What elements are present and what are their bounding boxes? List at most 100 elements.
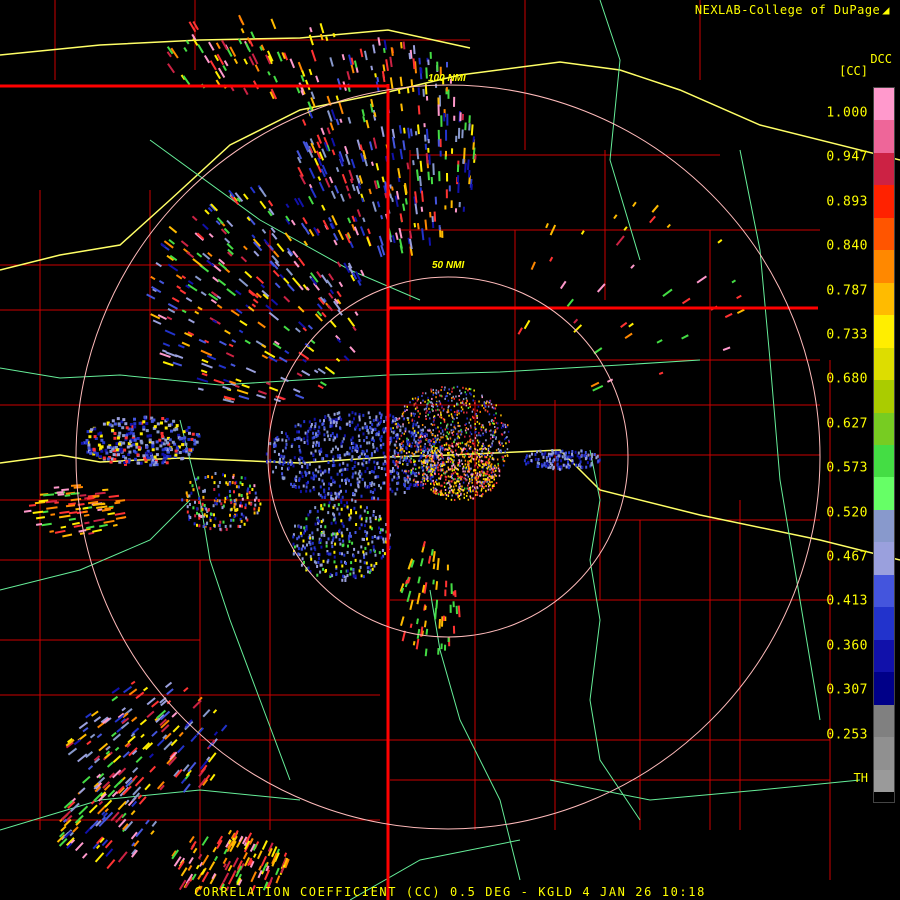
echo-gate xyxy=(327,537,330,541)
echo-gate xyxy=(406,405,408,408)
echo-gate xyxy=(487,447,490,450)
echo-gate xyxy=(453,440,455,443)
echo-gate xyxy=(362,116,366,123)
echo-gate xyxy=(414,397,417,400)
echo-gate xyxy=(395,463,398,466)
echo-gate xyxy=(464,470,466,473)
echo-gate xyxy=(412,467,414,470)
echo-gate xyxy=(306,466,309,470)
road-line xyxy=(149,139,421,301)
echo-gate xyxy=(281,438,284,442)
echo-gate xyxy=(67,747,78,756)
echo-gate xyxy=(78,721,89,730)
echo-gate xyxy=(420,206,424,212)
echo-gate xyxy=(473,488,476,491)
echo-gate xyxy=(354,471,357,475)
echo-gate xyxy=(448,491,450,494)
echo-gate xyxy=(333,504,336,508)
echo-gate xyxy=(454,471,456,474)
echo-gate xyxy=(283,852,288,857)
echo-gate xyxy=(372,491,375,494)
echo-gate xyxy=(370,161,374,167)
echo-gate xyxy=(341,54,346,61)
echo-gate xyxy=(502,425,504,427)
echo-gate xyxy=(113,457,117,461)
echo-gate xyxy=(312,441,315,445)
echo-gate xyxy=(114,512,126,516)
echo-gate xyxy=(343,434,346,438)
echo-gate xyxy=(250,31,256,39)
echo-gate xyxy=(346,505,349,509)
echo-gate xyxy=(429,463,432,467)
scale-color-segment xyxy=(874,445,894,478)
echo-gate xyxy=(222,857,228,865)
echo-gate xyxy=(86,525,95,530)
echo-gate xyxy=(488,413,491,416)
echo-gate xyxy=(351,411,354,415)
echo-gate xyxy=(164,329,176,336)
echo-gate xyxy=(156,738,165,747)
echo-gate xyxy=(330,497,333,501)
echo-gate xyxy=(382,442,385,446)
echo-gate xyxy=(372,510,375,513)
scale-tick-label: 0.520 xyxy=(826,505,868,521)
echo-gate xyxy=(193,522,196,526)
echo-gate xyxy=(443,388,446,391)
echo-gate xyxy=(355,511,358,515)
echo-gate xyxy=(78,805,89,816)
echo-gate xyxy=(451,465,453,467)
echo-gate xyxy=(153,455,157,459)
echo-gate xyxy=(476,420,479,423)
echo-gate xyxy=(396,476,399,480)
echo-gate xyxy=(86,740,92,746)
echo-gate xyxy=(423,464,425,467)
echo-gate xyxy=(394,456,396,459)
echo-gate xyxy=(459,433,462,436)
echo-gate xyxy=(536,450,539,454)
echo-gate xyxy=(243,87,249,96)
echo-gate xyxy=(432,579,435,585)
echo-gate xyxy=(332,497,335,501)
echo-gate xyxy=(359,559,362,563)
echo-gate xyxy=(472,452,474,455)
echo-gate xyxy=(409,230,413,239)
echo-gate xyxy=(442,433,445,436)
echo-gate xyxy=(359,505,362,509)
echo-gate xyxy=(218,481,221,484)
echo-gate xyxy=(445,478,447,481)
echo-gate xyxy=(354,531,357,534)
echo-gate xyxy=(416,222,420,230)
echo-gate xyxy=(346,551,349,554)
echo-gate xyxy=(338,551,341,555)
echo-gate xyxy=(468,455,470,458)
echo-gate xyxy=(373,535,376,538)
echo-gate xyxy=(372,418,375,422)
echo-gate xyxy=(430,388,432,391)
echo-gate xyxy=(201,358,209,364)
echo-gate xyxy=(300,563,303,567)
echo-gate xyxy=(350,158,356,169)
echo-gate xyxy=(433,423,436,426)
echo-gate xyxy=(330,491,333,495)
echo-gate xyxy=(241,497,244,501)
scale-tick-label: 0.627 xyxy=(826,416,868,432)
echo-gate xyxy=(320,447,323,451)
echo-gate xyxy=(310,557,313,561)
echo-gate xyxy=(132,766,139,774)
echo-gate xyxy=(297,305,305,313)
echo-gate xyxy=(371,497,373,500)
echo-gate xyxy=(320,127,325,136)
echo-gate xyxy=(353,60,358,68)
echo-gate xyxy=(189,480,192,484)
echo-gate xyxy=(453,397,455,400)
echo-gate xyxy=(455,452,458,455)
echo-gate xyxy=(223,863,227,868)
echo-gate xyxy=(325,279,333,288)
echo-gate xyxy=(545,464,547,468)
echo-gate xyxy=(32,510,44,514)
echo-gate xyxy=(282,462,285,466)
echo-gate xyxy=(403,484,406,488)
echo-gate xyxy=(329,122,335,131)
echo-gate xyxy=(298,321,307,329)
echo-gate xyxy=(465,422,467,425)
